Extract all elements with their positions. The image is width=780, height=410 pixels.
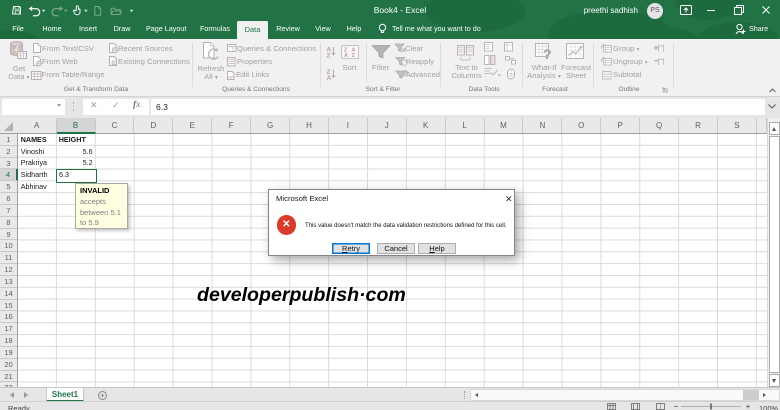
svg-text:−: − (654, 58, 658, 65)
svg-text:A: A (327, 75, 332, 82)
svg-text:Z: Z (327, 53, 331, 60)
svg-text:?: ? (543, 46, 552, 62)
svg-text:+: + (654, 45, 658, 52)
svg-text:A: A (344, 53, 348, 59)
